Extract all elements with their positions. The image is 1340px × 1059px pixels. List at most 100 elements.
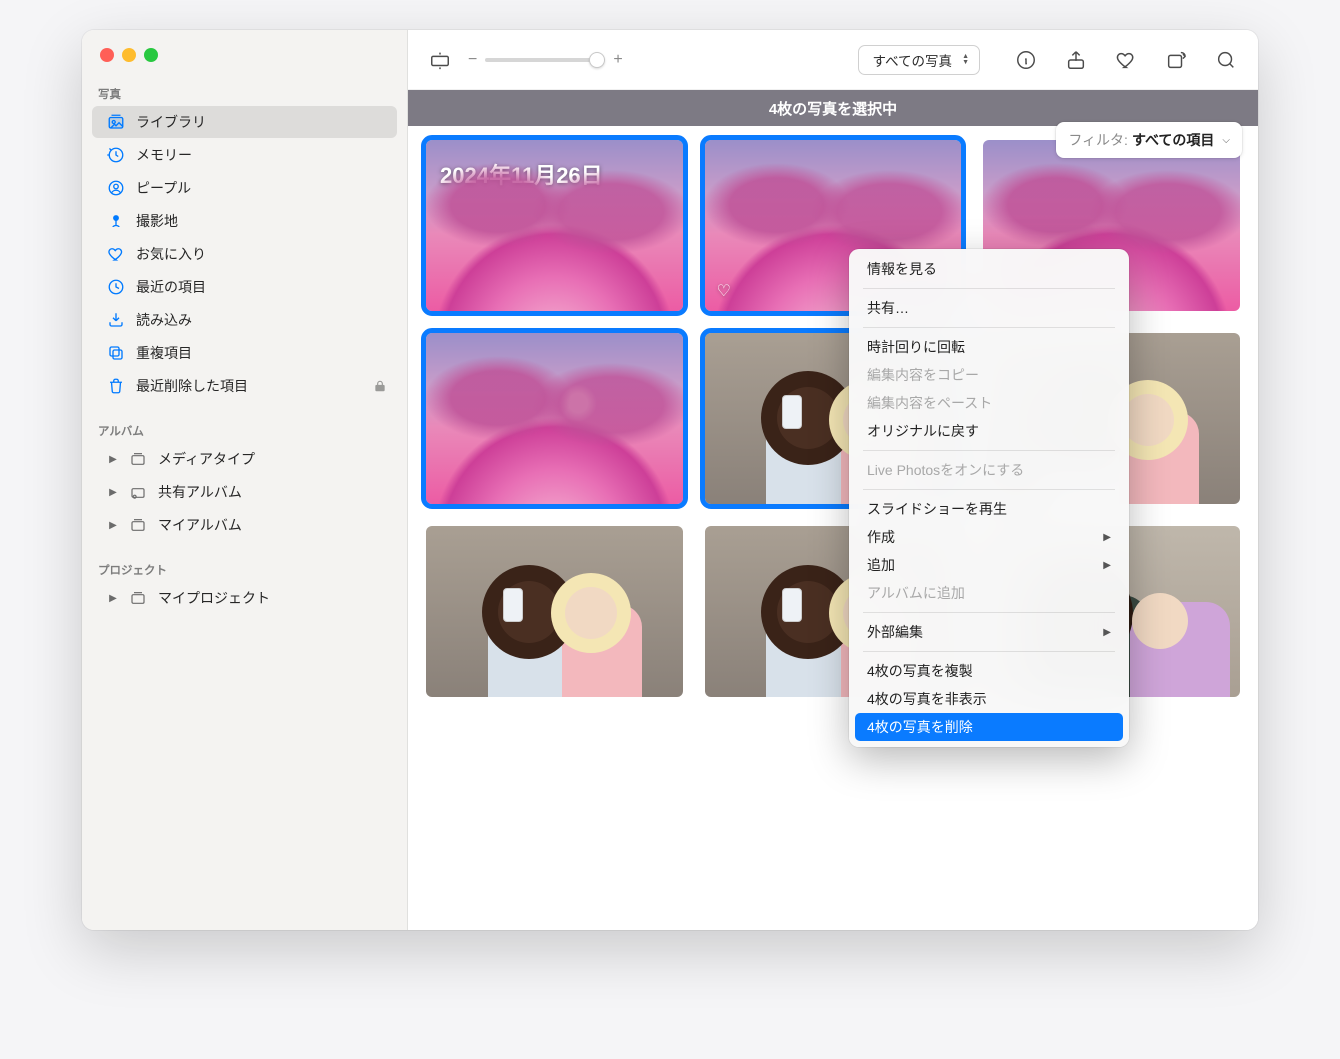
lock-icon [373,379,387,393]
sidebar-item-recents[interactable]: 最近の項目 [92,271,397,303]
fullscreen-window-button[interactable] [144,48,158,62]
sidebar-section-projects: プロジェクト ▶ マイプロジェクト [82,556,407,615]
disclosure-chevron-icon[interactable]: ▶ [106,487,120,498]
menu-separator [863,489,1115,490]
sidebar-item-label: 最近の項目 [136,277,206,297]
filter-popup[interactable]: フィルタ: すべての項目 ⌵ [1056,122,1242,158]
zoom-plus-label: + [613,51,622,69]
selection-status-text: 4枚の写真を選択中 [769,98,897,119]
sidebar-item-imports[interactable]: 読み込み [92,304,397,336]
trash-icon [106,376,126,396]
sidebar-item-label: 読み込み [136,310,192,330]
menu-separator [863,651,1115,652]
album-icon [128,515,148,535]
window-controls [82,40,407,80]
menu-item-get-info[interactable]: 情報を見る [855,255,1123,283]
zoom-slider[interactable]: − + [468,51,623,69]
submenu-chevron-icon: ▶ [1103,532,1111,543]
sidebar-item-library[interactable]: ライブラリ [92,106,397,138]
menu-item-rotate-cw[interactable]: 時計回りに回転 [855,333,1123,361]
menu-item-play-slideshow[interactable]: スライドショーを再生 [855,495,1123,523]
photo-thumbnail[interactable] [426,526,683,697]
shared-album-icon [128,482,148,502]
menu-separator [863,288,1115,289]
zoom-thumb[interactable] [589,52,605,68]
favorite-button[interactable] [1112,46,1140,74]
sidebar-item-places[interactable]: 撮影地 [92,205,397,237]
sidebar-item-label: メモリー [136,145,192,165]
aspect-toggle-button[interactable] [426,46,454,74]
sidebar-section-label: アルバム [82,417,407,442]
menu-separator [863,612,1115,613]
menu-item-add-to[interactable]: 追加▶ [855,551,1123,579]
disclosure-chevron-icon[interactable]: ▶ [106,593,120,604]
info-button[interactable] [1012,46,1040,74]
menu-item-hide[interactable]: 4枚の写真を非表示 [855,685,1123,713]
sidebar-item-memories[interactable]: メモリー [92,139,397,171]
sidebar-item-media-types[interactable]: ▶ メディアタイプ [92,443,397,475]
sidebar-item-label: ライブラリ [136,112,206,132]
menu-item-paste-edits: 編集内容をペースト [855,389,1123,417]
context-menu: 情報を見る 共有… 時計回りに回転 編集内容をコピー 編集内容をペースト オリジ… [849,249,1129,747]
date-overlay: 2024年11月26日 [440,158,603,190]
photo-grid: 2024年11月26日 ♡ [408,126,1258,717]
view-mode-label: すべての写真 [873,50,953,70]
photos-app-window: 写真 ライブラリ メモリー ピープル [82,30,1258,930]
menu-item-share[interactable]: 共有… [855,294,1123,322]
memories-icon [106,145,126,165]
filter-label: フィルタ: [1068,130,1128,150]
sidebar-item-label: 最近削除した項目 [136,376,248,396]
sidebar-item-label: マイプロジェクト [158,588,270,608]
heart-icon [106,244,126,264]
menu-item-delete[interactable]: 4枚の写真を削除 [855,713,1123,741]
sidebar-item-my-albums[interactable]: ▶ マイアルバム [92,509,397,541]
sidebar-item-recently-deleted[interactable]: 最近削除した項目 [92,370,397,402]
menu-item-create[interactable]: 作成▶ [855,523,1123,551]
selection-status-bar: 4枚の写真を選択中 [408,90,1258,126]
view-mode-popup[interactable]: すべての写真 ▲▼ [858,45,980,75]
menu-item-revert[interactable]: オリジナルに戻す [855,417,1123,445]
rotate-button[interactable] [1162,46,1190,74]
sidebar-section-label: プロジェクト [82,556,407,581]
photo-thumbnail[interactable] [426,333,683,504]
content-pane: − + すべての写真 ▲▼ [408,30,1258,930]
menu-item-live-photos-on: Live Photosをオンにする [855,456,1123,484]
project-icon [128,588,148,608]
photo-thumbnail[interactable]: 2024年11月26日 [426,140,683,311]
submenu-chevron-icon: ▶ [1103,627,1111,638]
minimize-window-button[interactable] [122,48,136,62]
sidebar-item-label: ピープル [136,178,191,198]
disclosure-chevron-icon[interactable]: ▶ [106,454,120,465]
filter-value: すべての項目 [1132,130,1214,150]
close-window-button[interactable] [100,48,114,62]
menu-item-duplicate[interactable]: 4枚の写真を複製 [855,657,1123,685]
library-icon [106,112,126,132]
menu-item-add-to-album: アルバムに追加 [855,579,1123,607]
updown-icon: ▲▼ [962,54,969,66]
sidebar-item-my-projects[interactable]: ▶ マイプロジェクト [92,582,397,614]
zoom-track[interactable] [485,58,605,62]
chevron-down-icon: ⌵ [1222,135,1230,146]
menu-item-edit-with[interactable]: 外部編集▶ [855,618,1123,646]
sidebar-section-albums: アルバム ▶ メディアタイプ ▶ 共有アルバム ▶ マイアル [82,417,407,542]
sidebar-item-label: 重複項目 [136,343,192,363]
search-button[interactable] [1212,46,1240,74]
sidebar-item-favorites[interactable]: お気に入り [92,238,397,270]
sidebar-item-duplicates[interactable]: 重複項目 [92,337,397,369]
album-icon [128,449,148,469]
clock-icon [106,277,126,297]
sidebar-item-shared-albums[interactable]: ▶ 共有アルバム [92,476,397,508]
submenu-chevron-icon: ▶ [1103,560,1111,571]
menu-item-copy-edits: 編集内容をコピー [855,361,1123,389]
disclosure-chevron-icon[interactable]: ▶ [106,520,120,531]
import-icon [106,310,126,330]
menu-separator [863,450,1115,451]
favorite-badge-icon: ♡ [717,281,731,301]
sidebar-item-label: メディアタイプ [158,449,255,469]
share-button[interactable] [1062,46,1090,74]
places-icon [106,211,126,231]
sidebar-item-people[interactable]: ピープル [92,172,397,204]
duplicates-icon [106,343,126,363]
photo-grid-area: 4枚の写真を選択中 フィルタ: すべての項目 ⌵ 2024年11月26日 ♡ [408,90,1258,930]
sidebar-section-label: 写真 [82,80,407,105]
